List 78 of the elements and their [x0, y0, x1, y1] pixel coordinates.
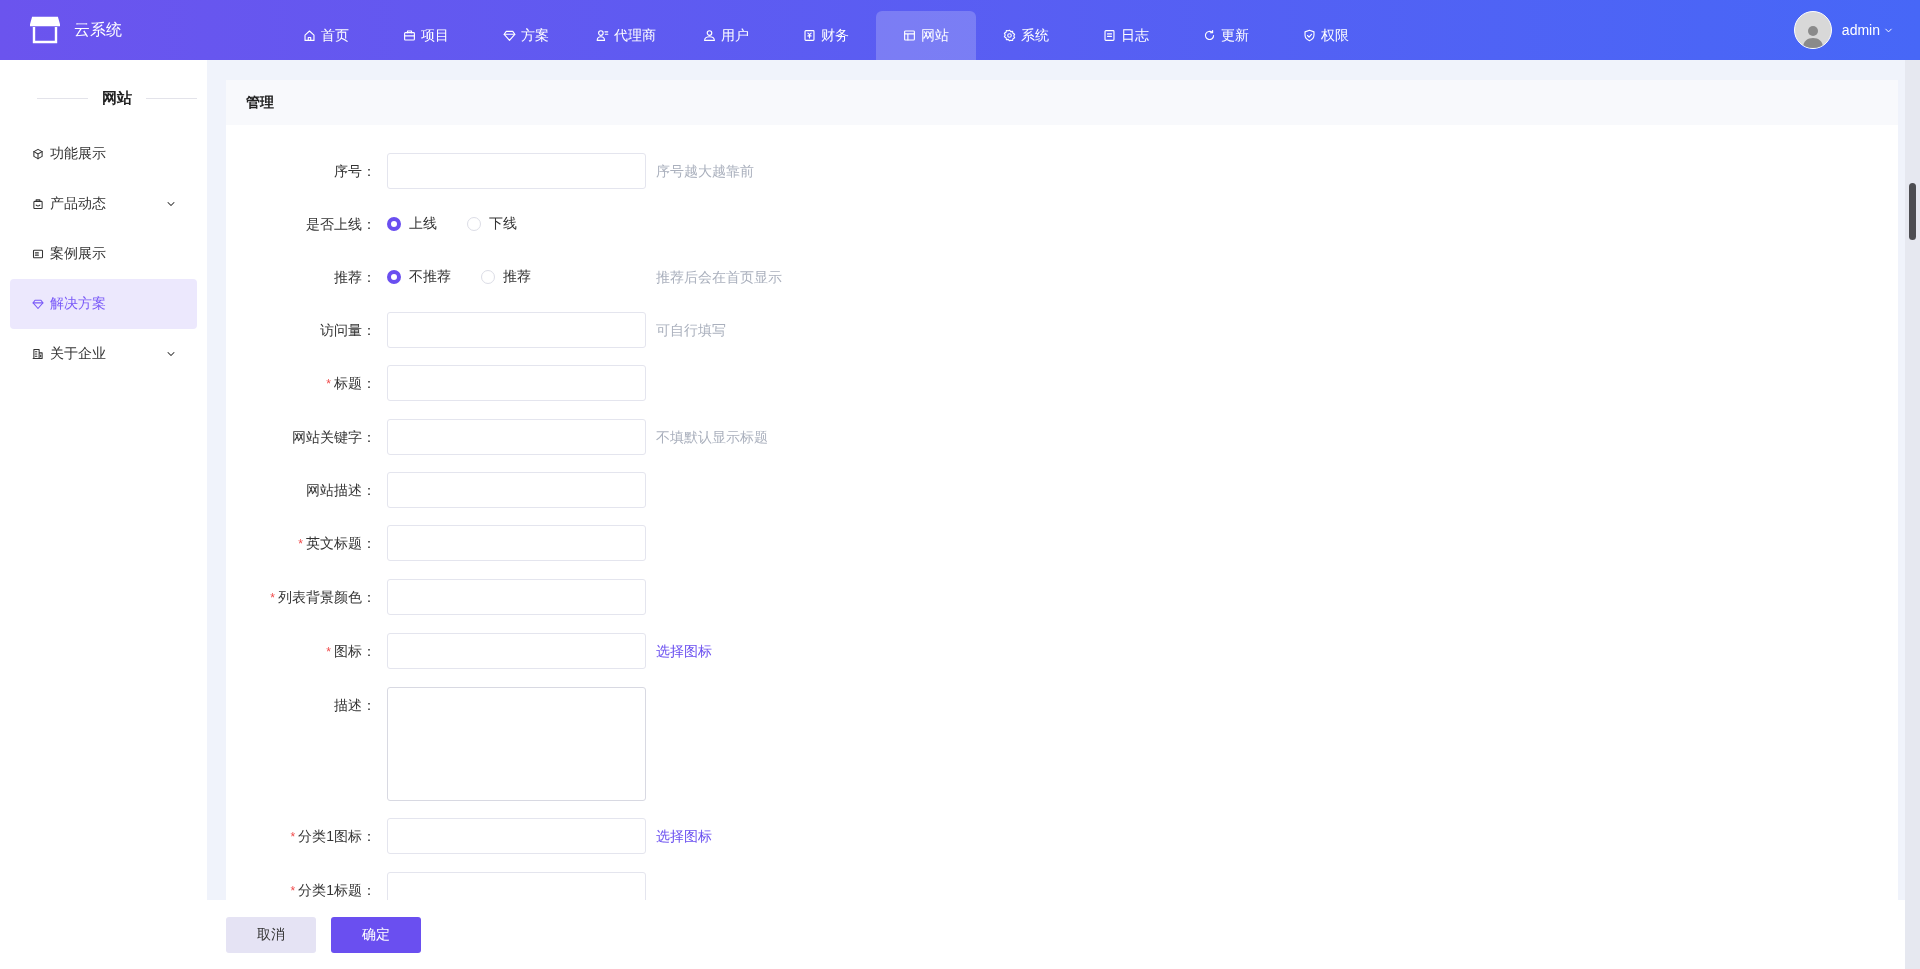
diamond-icon [32, 298, 44, 310]
panel-title: 管理 [226, 80, 1898, 125]
text-input[interactable] [387, 579, 646, 615]
text-input[interactable] [387, 419, 646, 455]
sidebar-item[interactable]: 案例展示 [10, 229, 197, 279]
nav-tab[interactable]: 方案 [476, 11, 576, 60]
avatar[interactable] [1793, 11, 1832, 49]
gear-icon [1003, 29, 1016, 42]
nav-tab[interactable]: 系统 [976, 11, 1076, 60]
nav-tab[interactable]: 更新 [1176, 11, 1276, 60]
list-icon [1103, 29, 1116, 42]
field-label: 访问量： [319, 321, 377, 340]
app-name: 云系统 [74, 19, 122, 40]
shield-icon [1303, 29, 1316, 42]
field-label: * 标题： [325, 374, 377, 393]
text-input[interactable] [387, 818, 646, 854]
field-label: * 英文标题： [297, 534, 377, 553]
text-input[interactable] [387, 472, 646, 508]
radio-label: 下线 [489, 215, 517, 233]
field-hint: 序号越大越靠前 [656, 162, 754, 181]
radio-label: 上线 [409, 215, 437, 233]
diamond-icon [503, 29, 516, 42]
field-label: 序号： [333, 162, 377, 181]
user-menu[interactable]: admin [1841, 22, 1894, 38]
select-icon-link[interactable]: 选择图标 [656, 633, 712, 669]
scrollbar-thumb[interactable] [1909, 183, 1916, 240]
confirm-button[interactable]: 确定 [331, 916, 421, 953]
radio-button[interactable] [387, 217, 401, 231]
field-label: * 列表背景颜色： [269, 588, 377, 607]
nav-tab[interactable]: 代理商 [576, 11, 676, 60]
field-label: 描述： [333, 696, 377, 715]
text-input[interactable] [387, 633, 646, 669]
nav-tab[interactable]: 首页 [276, 11, 376, 60]
textarea-input[interactable] [387, 687, 646, 801]
radio-button[interactable] [387, 270, 401, 284]
select-icon-link[interactable]: 选择图标 [656, 818, 712, 854]
briefcase-icon [403, 29, 416, 42]
refresh-icon [1203, 29, 1216, 42]
nav-tab[interactable]: 项目 [376, 11, 476, 60]
nav-tab[interactable]: 权限 [1276, 11, 1376, 60]
field-label: 网站描述： [305, 481, 377, 500]
cancel-button[interactable]: 取消 [226, 916, 316, 953]
bag-icon [32, 198, 44, 210]
field-hint: 可自行填写 [656, 321, 726, 340]
card-icon [32, 248, 44, 260]
sidebar-title: 网站 [102, 89, 132, 108]
people-icon [703, 29, 716, 42]
nav-tab[interactable]: 网站 [876, 11, 976, 60]
text-input[interactable] [387, 525, 646, 561]
sidebar-item[interactable]: 关于企业 [10, 329, 197, 379]
scrollbar[interactable] [1905, 60, 1920, 969]
nav-tab[interactable]: 财务 [776, 11, 876, 60]
field-label: * 分类1图标： [289, 827, 377, 846]
document-icon [803, 29, 816, 42]
field-hint: 推荐后会在首页显示 [656, 268, 782, 287]
house-icon [303, 29, 316, 42]
nav-tab[interactable]: 用户 [676, 11, 776, 60]
building-icon [32, 348, 44, 360]
text-input[interactable] [387, 872, 646, 900]
field-label: * 分类1标题： [289, 881, 377, 900]
field-label: * 图标： [325, 642, 377, 661]
nav-tab[interactable]: 日志 [1076, 11, 1176, 60]
store-icon [30, 16, 60, 44]
text-input[interactable] [387, 312, 646, 348]
text-input[interactable] [387, 365, 646, 401]
field-label: 网站关键字： [291, 428, 377, 447]
layout-icon [903, 29, 916, 42]
person-icon [596, 29, 609, 42]
radio-label: 不推荐 [409, 268, 451, 286]
field-label: 推荐： [333, 268, 377, 287]
text-input[interactable] [387, 153, 646, 189]
radio-label: 推荐 [503, 268, 531, 286]
field-hint: 不填默认显示标题 [656, 428, 768, 447]
cube-icon [32, 148, 44, 160]
field-label: 是否上线： [305, 215, 377, 234]
sidebar-item[interactable]: 产品动态 [10, 179, 197, 229]
sidebar-item[interactable]: 解决方案 [10, 279, 197, 329]
sidebar-item[interactable]: 功能展示 [10, 129, 197, 179]
